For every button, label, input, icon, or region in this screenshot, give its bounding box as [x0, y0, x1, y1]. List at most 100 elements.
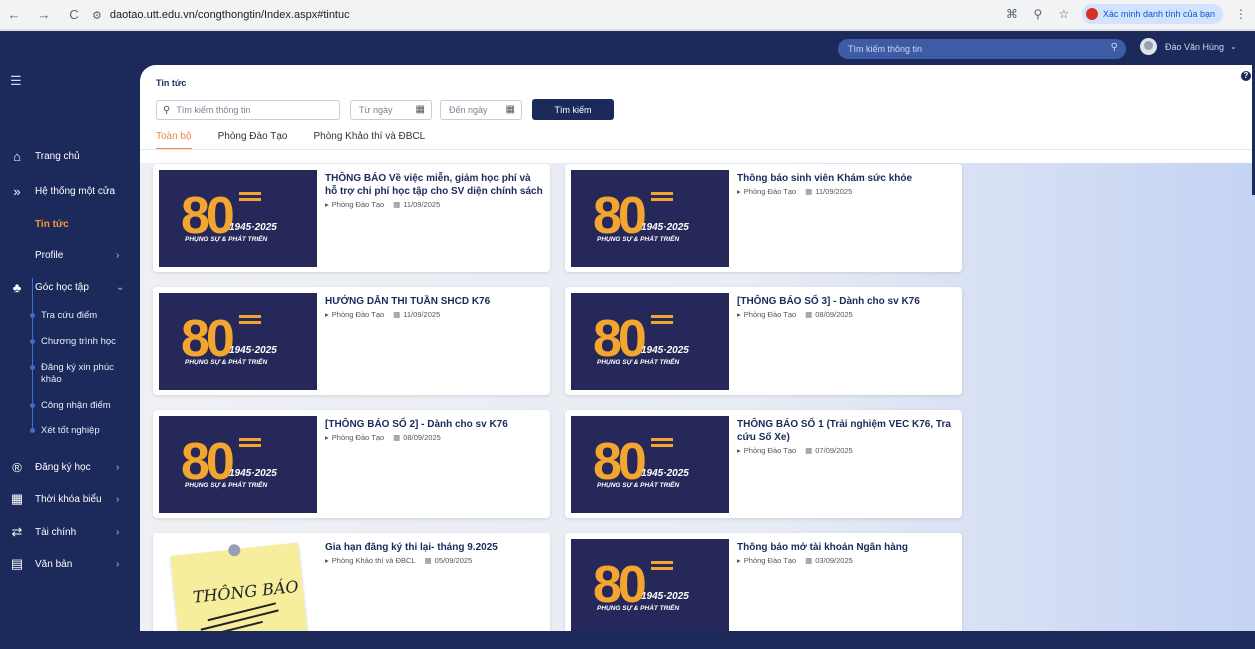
news-title[interactable]: Thông báo sinh viên Khám sức khỏe	[737, 172, 957, 185]
news-thumbnail[interactable]: 80 1945·2025 PHỤNG SỰ & PHÁT TRIỂN	[159, 416, 317, 513]
anniversary-years: 1945·2025	[229, 345, 277, 356]
sidebar-item-timetable[interactable]: ▦ Thời khóa biểu ›	[0, 489, 140, 509]
submenu-item-graduation[interactable]: Xét tốt nghiệp	[30, 425, 130, 437]
news-date: 11/09/2025	[815, 187, 853, 196]
calendar-icon[interactable]: ▦	[506, 104, 515, 115]
group-icon: ♣	[12, 279, 22, 295]
search-icon: ⚲	[163, 104, 171, 116]
forward-icon[interactable]: →	[36, 7, 52, 22]
anniversary-number: 80	[593, 433, 647, 491]
zoom-icon[interactable]: ⚲	[1030, 7, 1046, 21]
verify-identity-button[interactable]: Xác minh danh tính của bạn	[1081, 4, 1223, 24]
tab-training-office[interactable]: Phòng Đào Tạo	[218, 131, 288, 150]
news-card[interactable]: 80 1945·2025 PHỤNG SỰ & PHÁT TRIỂN [THÔN…	[153, 410, 550, 518]
anniversary-slogan: PHỤNG SỰ & PHÁT TRIỂN	[597, 359, 680, 366]
sidebar-item-profile[interactable]: Profile ›	[0, 245, 140, 265]
sidebar-toggle-icon[interactable]: ☰	[10, 73, 22, 89]
news-meta: ▸ Phòng Đào Tạo ▦ 07/09/2025	[737, 446, 853, 455]
chevron-down-icon: ⌄	[116, 281, 125, 293]
from-date-field[interactable]: Từ ngày ▦	[350, 100, 432, 120]
translate-icon[interactable]: ⌘	[1004, 7, 1020, 21]
submenu-label: Đăng ký xin phúc khảo	[41, 362, 114, 385]
news-title[interactable]: Thông báo mở tài khoản Ngân hàng	[737, 541, 957, 554]
news-title[interactable]: [THÔNG BÁO SỐ 2] - Dành cho sv K76	[325, 418, 545, 431]
news-title[interactable]: HƯỚNG DẪN THI TUẦN SHCD K76	[325, 295, 545, 308]
user-name: Đào Văn Hùng	[1165, 41, 1225, 52]
news-card[interactable]: 80 1945·2025 PHỤNG SỰ & PHÁT TRIỂN Thông…	[565, 164, 962, 272]
university-logo-icon	[651, 561, 673, 577]
news-card[interactable]: 80 1945·2025 PHỤNG SỰ & PHÁT TRIỂN THÔNG…	[153, 164, 550, 272]
sidebar-item-label: Thời khóa biểu	[35, 493, 102, 505]
news-meta: ▸ Phòng Đào Tạo ▦ 08/09/2025	[737, 310, 853, 319]
caret-right-icon: ▸	[325, 433, 329, 442]
caret-right-icon: ▸	[737, 556, 741, 565]
tab-testing-office[interactable]: Phòng Khảo thí và ĐBCL	[313, 131, 425, 150]
submenu-item-regrade[interactable]: Đăng ký xin phúc khảo	[30, 362, 130, 386]
sidebar-item-study-corner[interactable]: ♣ Góc học tập ⌄	[0, 277, 140, 297]
sidebar: ☰ ⌂ Trang chủ » Hệ thống một cửa Tin tức…	[0, 65, 140, 649]
news-thumbnail[interactable]: 80 1945·2025 PHỤNG SỰ & PHÁT TRIỂN	[571, 539, 729, 636]
anniversary-slogan: PHỤNG SỰ & PHÁT TRIỂN	[597, 482, 680, 489]
news-card[interactable]: 80 1945·2025 PHỤNG SỰ & PHÁT TRIỂN HƯỚNG…	[153, 287, 550, 395]
site-settings-icon[interactable]: ⚙	[92, 9, 102, 22]
browser-toolbar: ← → C ⚙ daotao.utt.edu.vn/congthongtin/I…	[0, 0, 1255, 30]
sidebar-item-label: Trang chủ	[35, 150, 80, 162]
news-card[interactable]: 80 1945·2025 PHỤNG SỰ & PHÁT TRIỂN Thông…	[565, 533, 962, 641]
anniversary-number: 80	[181, 187, 235, 245]
sidebar-item-course-registration[interactable]: ® Đăng ký học ›	[0, 457, 140, 477]
news-date: 07/09/2025	[815, 446, 853, 455]
registration-icon: ®	[12, 459, 22, 475]
to-date-field[interactable]: Đến ngày ▦	[440, 100, 522, 120]
news-thumbnail[interactable]: 80 1945·2025 PHỤNG SỰ & PHÁT TRIỂN	[571, 416, 729, 513]
sidebar-item-one-stop[interactable]: » Hệ thống một cửa	[0, 181, 140, 201]
search-button[interactable]: Tìm kiếm	[532, 99, 614, 120]
news-department: Phòng Đào Tạo	[743, 446, 797, 455]
anniversary-slogan: PHỤNG SỰ & PHÁT TRIỂN	[185, 359, 268, 366]
news-title[interactable]: [THÔNG BÁO SỐ 3] - Dành cho sv K76	[737, 295, 957, 308]
calendar-icon: ▦	[393, 433, 401, 442]
news-title[interactable]: THÔNG BÁO Về việc miễn, giảm học phí và …	[325, 172, 545, 198]
news-title[interactable]: Gia hạn đăng ký thi lại- tháng 9.2025	[325, 541, 545, 554]
university-logo-icon	[239, 438, 261, 454]
calendar-icon[interactable]: ▦	[416, 104, 425, 115]
address-bar[interactable]: ⚙ daotao.utt.edu.vn/congthongtin/Index.a…	[86, 4, 1016, 26]
submenu-item-recognize-grades[interactable]: Công nhận điểm	[30, 400, 130, 412]
back-icon[interactable]: ←	[6, 7, 22, 22]
news-card[interactable]: THÔNG BÁO Gia hạn đăng ký thi lại- tháng…	[153, 533, 550, 641]
tab-all[interactable]: Toàn bộ	[156, 131, 192, 150]
news-thumbnail[interactable]: 80 1945·2025 PHỤNG SỰ & PHÁT TRIỂN	[571, 293, 729, 390]
sidebar-item-home[interactable]: ⌂ Trang chủ	[0, 146, 140, 166]
news-thumbnail[interactable]: THÔNG BÁO	[159, 539, 317, 636]
top-search-input[interactable]: Tìm kiếm thông tin ⚲	[838, 39, 1126, 59]
news-thumbnail[interactable]: 80 1945·2025 PHỤNG SỰ & PHÁT TRIỂN	[159, 170, 317, 267]
news-card[interactable]: 80 1945·2025 PHỤNG SỰ & PHÁT TRIỂN [THÔN…	[565, 287, 962, 395]
news-thumbnail[interactable]: 80 1945·2025 PHỤNG SỰ & PHÁT TRIỂN	[159, 293, 317, 390]
sidebar-item-documents[interactable]: ▤ Văn bản ›	[0, 554, 140, 574]
bookmark-star-icon[interactable]: ☆	[1056, 7, 1072, 21]
sidebar-item-label: Tin tức	[35, 218, 69, 230]
calendar-icon: ▦	[805, 446, 813, 455]
university-logo-icon	[651, 315, 673, 331]
note-text: THÔNG BÁO	[191, 576, 300, 607]
browser-menu-icon[interactable]: ⋮	[1233, 7, 1249, 21]
help-icon[interactable]: ?	[1241, 71, 1251, 81]
sidebar-item-finance[interactable]: ⇄ Tài chính ›	[0, 522, 140, 542]
news-title[interactable]: THÔNG BÁO SỐ 1 (Trải nghiệm VEC K76, Tra…	[737, 418, 957, 444]
calendar-icon: ▦	[805, 310, 813, 319]
reload-icon[interactable]: C	[66, 7, 82, 22]
user-menu[interactable]: Đào Văn Hùng ⌄	[1140, 38, 1237, 55]
anniversary-number: 80	[593, 187, 647, 245]
pin-icon	[227, 543, 241, 557]
sidebar-item-news[interactable]: Tin tức	[0, 214, 140, 234]
caret-right-icon: ▸	[325, 200, 329, 209]
news-thumbnail[interactable]: 80 1945·2025 PHỤNG SỰ & PHÁT TRIỂN	[571, 170, 729, 267]
submenu-item-curriculum[interactable]: Chương trình học	[30, 336, 130, 348]
news-search-input[interactable]: ⚲ Tìm kiếm thông tin	[156, 100, 340, 120]
anniversary-number: 80	[593, 556, 647, 614]
chevron-right-icon: ›	[116, 526, 120, 538]
search-icon[interactable]: ⚲	[1111, 42, 1118, 53]
submenu-item-grades[interactable]: Tra cứu điểm	[30, 310, 130, 322]
chevron-right-icon: ›	[116, 249, 120, 261]
news-tabs: Toàn bộ Phòng Đào Tạo Phòng Khảo thí và …	[156, 131, 451, 150]
news-card[interactable]: 80 1945·2025 PHỤNG SỰ & PHÁT TRIỂN THÔNG…	[565, 410, 962, 518]
